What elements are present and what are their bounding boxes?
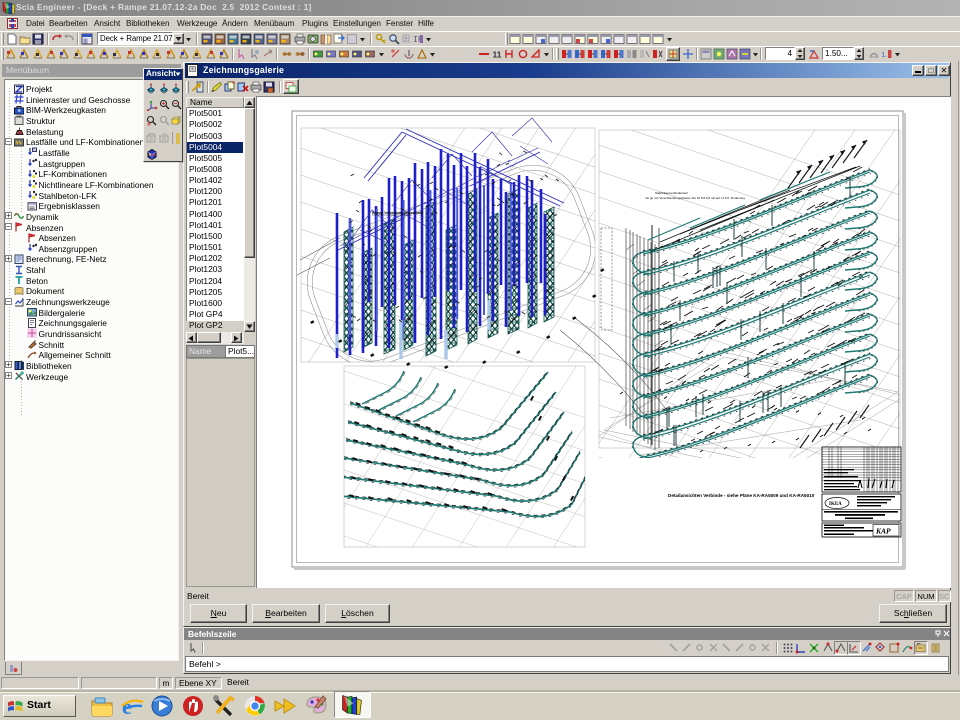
svg-text:mit (je m²) Verschraubungsphas: mit (je m²) Verschraubungsphasen but 10.…	[645, 196, 745, 200]
svg-text:1.: 1.	[882, 52, 888, 59]
svg-text:IKEA: IKEA	[829, 502, 842, 507]
svg-text:Rampe Verbindung (Bürschlaft): Rampe Verbindung (Bürschlaft)	[372, 211, 423, 215]
svg-text:Stahlträgerverbindersteil: Stahlträgerverbindersteil	[655, 191, 688, 195]
svg-text:11: 11	[493, 50, 502, 60]
svg-text:Detailansichten Verbinde - sie: Detailansichten Verbinde - siehe Pläne K…	[668, 493, 815, 498]
svg-text:KAP: KAP	[875, 527, 891, 536]
